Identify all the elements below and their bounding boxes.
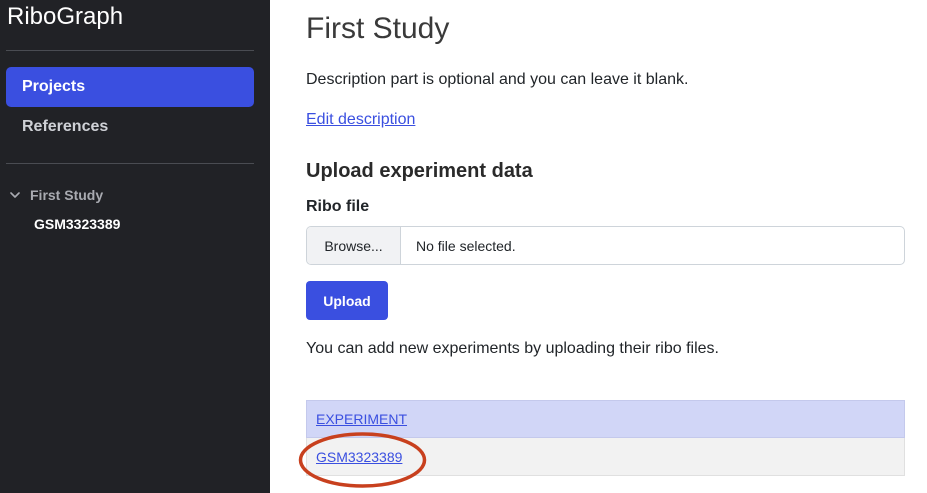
sidebar-divider bbox=[6, 50, 254, 51]
study-description: Description part is optional and you can… bbox=[306, 71, 689, 88]
tree-item-experiment[interactable]: GSM3323389 bbox=[34, 216, 120, 232]
experiment-link[interactable]: GSM3323389 bbox=[316, 449, 402, 465]
tree-item-label: First Study bbox=[30, 187, 104, 203]
browse-button[interactable]: Browse... bbox=[307, 227, 401, 264]
file-status: No file selected. bbox=[416, 237, 516, 254]
table-row: GSM3323389 bbox=[306, 438, 905, 476]
page-title: First Study bbox=[306, 12, 450, 45]
ribo-file-label: Ribo file bbox=[306, 198, 370, 215]
sidebar: RiboGraph Projects References First Stud… bbox=[0, 0, 270, 493]
upload-button[interactable]: Upload bbox=[306, 281, 388, 320]
table-header: EXPERIMENT bbox=[306, 400, 905, 438]
chevron-down-icon[interactable] bbox=[10, 190, 20, 200]
nav-projects[interactable]: Projects bbox=[6, 67, 254, 107]
tree-item-first-study[interactable]: First Study bbox=[8, 185, 103, 205]
upload-hint: You can add new experiments by uploading… bbox=[306, 340, 719, 357]
nav-references[interactable]: References bbox=[6, 107, 254, 147]
edit-description-link[interactable]: Edit description bbox=[306, 111, 415, 129]
upload-heading: Upload experiment data bbox=[306, 160, 533, 182]
sidebar-divider bbox=[6, 163, 254, 164]
experiment-table: EXPERIMENT GSM3323389 bbox=[298, 400, 905, 488]
app-brand[interactable]: RiboGraph bbox=[7, 3, 123, 31]
experiment-column-header[interactable]: EXPERIMENT bbox=[316, 411, 407, 427]
ribo-file-input[interactable]: Browse... No file selected. bbox=[306, 226, 905, 265]
